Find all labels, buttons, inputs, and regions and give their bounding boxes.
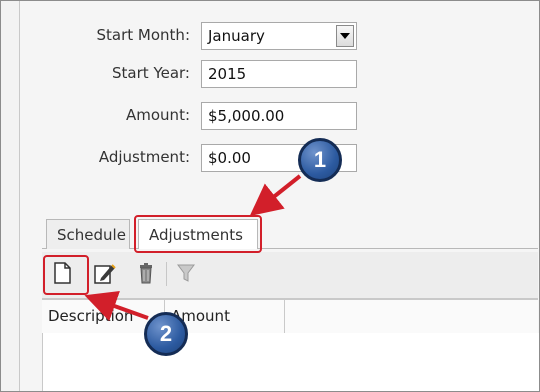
callout-arrows — [84, 174, 302, 322]
arrow-to-new-button — [84, 291, 149, 322]
arrow-to-adjustments-tab — [249, 174, 302, 216]
callout-badge-1: 1 — [298, 138, 342, 182]
callout-badge-2: 2 — [144, 312, 188, 356]
